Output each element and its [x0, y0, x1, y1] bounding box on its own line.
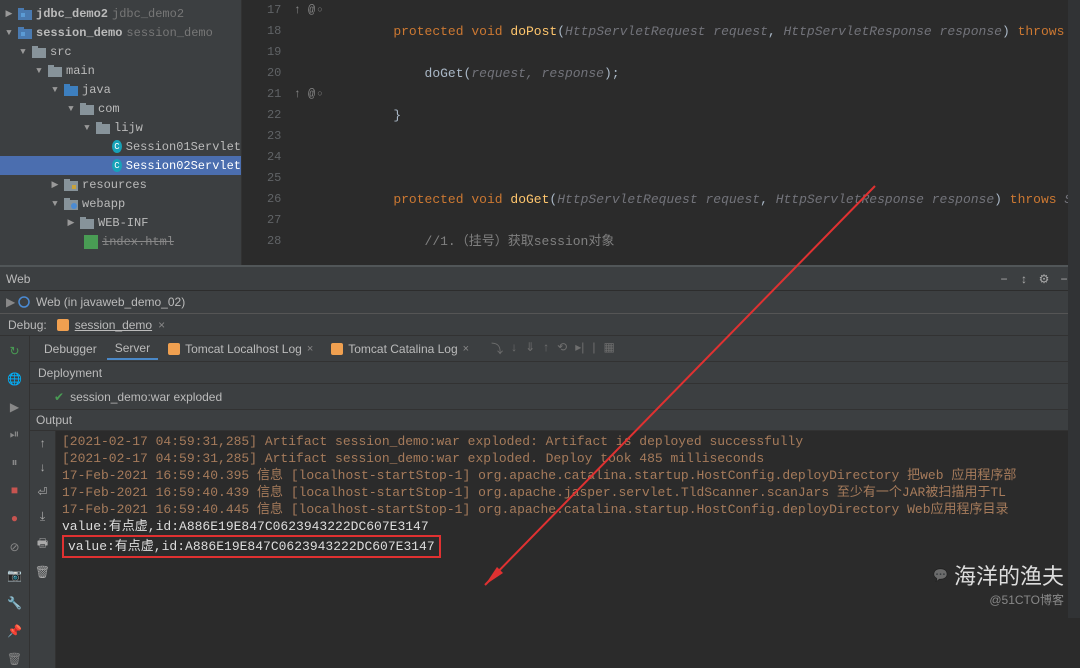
resume-icon[interactable]: ▶ [6, 398, 24, 416]
wrap-icon[interactable]: ⏎ [37, 485, 47, 500]
view-bp-icon[interactable]: ● [6, 510, 24, 528]
tree-item-session-demo[interactable]: ▼ session_demo session_demo [0, 23, 241, 42]
close-icon[interactable]: × [463, 343, 469, 355]
drop-frame-icon[interactable]: ⟲ [557, 340, 567, 357]
project-tree[interactable]: ▶ jdbc_demo2 jdbc_demo2 ▼ session_demo s… [0, 0, 241, 265]
browser-icon[interactable]: 🌐 [6, 370, 24, 388]
down-icon[interactable]: ↓ [39, 461, 46, 475]
tree-item-jdbc-demo2[interactable]: ▶ jdbc_demo2 jdbc_demo2 [0, 4, 241, 23]
code-editor[interactable]: 17 18 19 20 21 22 23 24 25 26 27 28 ↑ @○… [242, 0, 1080, 265]
package-icon [80, 103, 94, 115]
web-module-row[interactable]: ▶ Web (in javaweb_demo_02) [0, 290, 1080, 313]
tab-tomcat-catalina[interactable]: Tomcat Catalina Log× [323, 339, 477, 359]
module-icon [18, 8, 32, 20]
close-tab-icon[interactable]: × [158, 318, 165, 332]
step-out-icon[interactable]: ↑ [543, 340, 549, 357]
scroll-icon[interactable]: ⤓ [40, 510, 45, 524]
step-into-icon[interactable]: ↓ [511, 340, 517, 357]
module-icon [18, 27, 32, 39]
tree-scrollbar[interactable] [1068, 0, 1080, 618]
tree-item-webapp[interactable]: ▼ webapp [0, 194, 241, 213]
tree-item-lijw[interactable]: ▼ lijw [0, 118, 241, 137]
pause-icon[interactable]: ⏸ [6, 454, 24, 472]
evaluate-icon[interactable]: ▦ [604, 340, 615, 357]
debug-label: Debug: [8, 318, 47, 332]
folder-icon [32, 46, 46, 58]
web-icon [18, 296, 32, 308]
mute-bp-icon[interactable]: ⊘ [6, 538, 24, 556]
wechat-icon: 💬 [933, 568, 948, 582]
html-icon [84, 236, 98, 248]
gear-icon[interactable]: ⚙ [1034, 272, 1054, 286]
line-numbers: 17 18 19 20 21 22 23 24 25 26 27 28 [242, 0, 289, 265]
trash-icon[interactable]: 🗑 [6, 650, 24, 668]
class-icon: C [112, 159, 122, 172]
tree-item-main[interactable]: ▼ main [0, 61, 241, 80]
force-step-into-icon[interactable]: ⇓ [525, 340, 535, 357]
pin-icon[interactable]: 📌 [6, 622, 24, 640]
camera-icon[interactable]: 📷 [6, 566, 24, 584]
web-folder-icon [64, 198, 78, 210]
resources-folder-icon [64, 179, 78, 191]
up-icon[interactable]: ↑ [39, 437, 46, 451]
rerun-icon[interactable]: ↻ [6, 342, 24, 360]
tree-item-com[interactable]: ▼ com [0, 99, 241, 118]
artifact-row[interactable]: ✔ session_demo:war exploded [30, 384, 1080, 410]
tree-item-resources[interactable]: ▶ resources [0, 175, 241, 194]
minimize-icon[interactable]: − [994, 272, 1014, 286]
debug-side-toolbar[interactable]: ↻ 🌐 ▶ ⏯ ⏸ ■ ● ⊘ 📷 🔧 📌 🗑 [0, 336, 30, 668]
step-toolbar[interactable]: ⤵ ↓ ⇓ ↑ ⟲ ▸| | ▦ [491, 340, 615, 357]
watermark: 💬 海洋的渔夫 @51CTO博客 [933, 559, 1064, 608]
stop2-icon[interactable]: ■ [6, 482, 24, 500]
highlighted-output: value:有点虚,id:A886E19E847C0623943222DC607… [62, 535, 441, 558]
tab-debugger[interactable]: Debugger [36, 339, 105, 359]
code-area[interactable]: protected void doPost(HttpServletRequest… [327, 0, 1080, 265]
tree-item-indexhtml[interactable]: index.html [0, 232, 241, 251]
tree-item-src[interactable]: ▼ src [0, 42, 241, 61]
run-to-cursor-icon[interactable]: ▸| [575, 340, 584, 357]
tomcat-icon [168, 343, 180, 355]
tab-server[interactable]: Server [107, 338, 158, 360]
chevron-right-icon: ▶ [6, 295, 18, 309]
deployment-header[interactable]: Deployment [30, 362, 1080, 384]
web-toolwindow-header[interactable]: Web − ↕ ⚙ − [0, 266, 1080, 290]
print-icon[interactable]: 🖶 [37, 534, 48, 555]
override-icon: ○ [317, 84, 322, 105]
tomcat-icon [331, 343, 343, 355]
src-folder-icon [64, 84, 78, 96]
tab-tomcat-local[interactable]: Tomcat Localhost Log× [160, 339, 321, 359]
tree-item-java[interactable]: ▼ java [0, 80, 241, 99]
step-over-icon[interactable]: ⤵ [491, 340, 503, 357]
override-icon: ○ [317, 0, 322, 21]
class-icon: C [112, 140, 122, 153]
package-icon [96, 122, 110, 134]
tomcat-icon [57, 319, 69, 331]
gutter-icons[interactable]: ↑ @○ ↑ @○ [289, 0, 327, 265]
folder-icon [80, 217, 94, 229]
console-toolbar[interactable]: ↑ ↓ ⏎ ⤓ 🖶 🗑 [30, 431, 56, 668]
settings-icon[interactable]: 🔧 [6, 594, 24, 612]
expand-icon[interactable]: ↕ [1014, 272, 1034, 286]
tree-item-session01[interactable]: C Session01Servlet [0, 137, 241, 156]
debug-config[interactable]: session_demo [75, 318, 152, 332]
close-icon[interactable]: × [307, 343, 313, 355]
output-header[interactable]: Output [30, 410, 1080, 431]
stop-icon[interactable]: ⏯ [6, 426, 24, 444]
check-icon: ✔ [54, 390, 64, 404]
clear-icon[interactable]: 🗑 [35, 565, 50, 580]
tree-item-webinf[interactable]: ▶ WEB-INF [0, 213, 241, 232]
tree-item-session02[interactable]: C Session02Servlet [0, 156, 241, 175]
console-output[interactable]: [2021-02-17 04:59:31,285] Artifact sessi… [56, 431, 1080, 668]
folder-icon [48, 65, 62, 77]
